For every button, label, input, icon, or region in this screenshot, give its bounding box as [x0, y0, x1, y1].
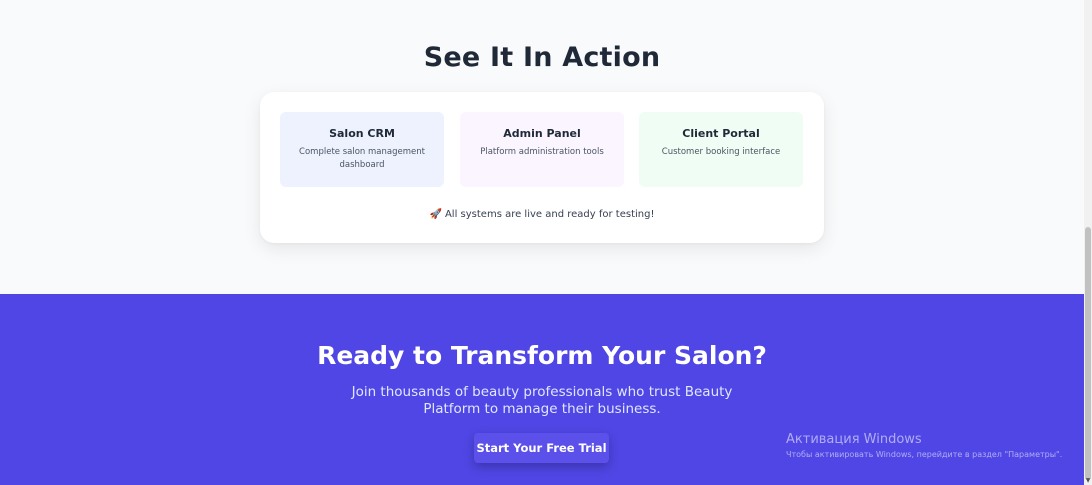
demo-panel: Salon CRM Complete salon management dash… — [260, 92, 824, 243]
start-free-trial-button[interactable]: Start Your Free Trial — [474, 433, 609, 463]
watermark-title: Активация Windows — [786, 432, 922, 447]
card-title: Admin Panel — [503, 127, 581, 140]
scrollbar-thumb[interactable] — [1085, 227, 1091, 480]
card-description: Platform administration tools — [480, 147, 604, 157]
demo-section: See It In Action Salon CRM Complete salo… — [0, 0, 1084, 294]
status-message: 🚀 All systems are live and ready for test… — [260, 209, 824, 220]
section-title: See It In Action — [423, 42, 661, 73]
cta-title: Ready to Transform Your Salon? — [317, 341, 767, 370]
vertical-scrollbar[interactable]: ▼ — [1084, 0, 1092, 485]
card-salon-crm[interactable]: Salon CRM Complete salon management dash… — [280, 112, 444, 187]
cta-subtitle: Join thousands of beauty professionals w… — [351, 384, 733, 417]
card-client-portal[interactable]: Client Portal Customer booking interface — [639, 112, 803, 187]
card-description: Customer booking interface — [661, 147, 781, 157]
card-admin-panel[interactable]: Admin Panel Platform administration tool… — [460, 112, 624, 187]
scroll-down-arrow-icon[interactable]: ▼ — [1084, 477, 1092, 485]
card-description: Complete salon management dashboard — [299, 147, 425, 170]
card-title: Client Portal — [682, 127, 760, 140]
card-title: Salon CRM — [329, 127, 395, 140]
rocket-icon: 🚀 — [429, 209, 442, 220]
windows-activation-watermark: Активация Windows Чтобы активировать Win… — [786, 432, 1062, 460]
watermark-subtitle: Чтобы активировать Windows, перейдите в … — [786, 450, 1063, 459]
landing-page: See It In Action Salon CRM Complete salo… — [0, 0, 1084, 485]
status-text: All systems are live and ready for testi… — [444, 209, 655, 220]
